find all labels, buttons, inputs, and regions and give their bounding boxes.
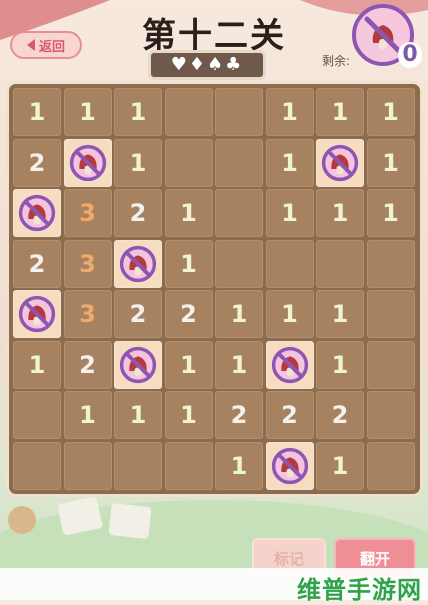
cell-number[interactable]: 1	[366, 138, 415, 187]
cell-empty[interactable]	[13, 441, 61, 490]
cell-empty[interactable]	[164, 88, 213, 136]
cell-number[interactable]: 1	[215, 290, 263, 338]
cell-number[interactable]: 1	[265, 290, 314, 338]
cell-flagged[interactable]	[13, 189, 61, 237]
cell-number[interactable]: 1	[366, 189, 415, 237]
cell-number[interactable]: 3	[63, 189, 112, 237]
cell-empty[interactable]	[366, 391, 415, 439]
cell-number[interactable]: 1	[164, 340, 213, 389]
cell-number[interactable]: 1	[63, 391, 112, 439]
cell-empty[interactable]	[366, 239, 415, 288]
cell-number[interactable]: 1	[316, 340, 364, 389]
card-suits-plate: ♥♦♠♣	[148, 50, 266, 80]
cell-number[interactable]: 2	[13, 138, 61, 187]
cell-empty[interactable]	[164, 441, 213, 490]
no-mushroom-icon	[18, 194, 56, 232]
cell-empty[interactable]	[164, 138, 213, 187]
cell-flagged[interactable]	[316, 138, 364, 187]
cell-number[interactable]: 1	[215, 340, 263, 389]
cell-empty[interactable]	[215, 88, 263, 136]
cell-number[interactable]: 2	[164, 290, 213, 338]
cell-empty[interactable]	[265, 239, 314, 288]
no-mushroom-icon	[18, 295, 56, 333]
cell-empty[interactable]	[114, 441, 162, 490]
cell-empty[interactable]	[316, 239, 364, 288]
cell-number[interactable]: 1	[114, 88, 162, 136]
no-mushroom-icon	[119, 245, 157, 283]
cell-flagged[interactable]	[114, 239, 162, 288]
cell-number[interactable]: 2	[63, 340, 112, 389]
watermark-bar: 维普手游网	[0, 568, 428, 604]
cell-number[interactable]: 2	[265, 391, 314, 439]
cell-number[interactable]: 2	[316, 391, 364, 439]
cell-number[interactable]: 1	[316, 189, 364, 237]
cell-number[interactable]: 1	[265, 189, 314, 237]
cell-number[interactable]: 3	[63, 290, 112, 338]
remaining-count: 0	[398, 42, 422, 68]
no-mushroom-icon	[271, 346, 309, 384]
cell-empty[interactable]	[215, 138, 263, 187]
cell-number[interactable]: 1	[13, 88, 61, 136]
cell-number[interactable]: 2	[114, 290, 162, 338]
game-board: 11111121113211112313221111211111122211	[6, 81, 423, 497]
cell-number[interactable]: 1	[265, 88, 314, 136]
cell-number[interactable]: 1	[13, 340, 61, 389]
cell-number[interactable]: 1	[366, 88, 415, 136]
cell-number[interactable]: 1	[164, 239, 213, 288]
cell-number[interactable]: 1	[316, 290, 364, 338]
cell-number[interactable]: 2	[13, 239, 61, 288]
cell-number[interactable]: 1	[164, 189, 213, 237]
no-mushroom-icon	[271, 447, 309, 485]
cell-number[interactable]: 1	[114, 138, 162, 187]
cell-empty[interactable]	[366, 290, 415, 338]
cell-flagged[interactable]	[63, 138, 112, 187]
remaining-label: 剩余:	[322, 54, 351, 68]
cell-number[interactable]: 3	[63, 239, 112, 288]
cell-empty[interactable]	[13, 391, 61, 439]
cell-number[interactable]: 1	[114, 391, 162, 439]
cell-number[interactable]: 1	[215, 441, 263, 490]
cell-empty[interactable]	[366, 441, 415, 490]
cell-empty[interactable]	[63, 441, 112, 490]
cell-number[interactable]: 2	[215, 391, 263, 439]
no-mushroom-icon	[119, 346, 157, 384]
cell-number[interactable]: 2	[114, 189, 162, 237]
cell-empty[interactable]	[366, 340, 415, 389]
cell-empty[interactable]	[215, 239, 263, 288]
cell-number[interactable]: 1	[316, 88, 364, 136]
no-mushroom-icon	[69, 144, 107, 182]
cell-number[interactable]: 1	[316, 441, 364, 490]
cell-number[interactable]: 1	[63, 88, 112, 136]
cell-number[interactable]: 1	[265, 138, 314, 187]
cell-flagged[interactable]	[265, 441, 314, 490]
no-mushroom-icon	[321, 144, 359, 182]
cell-flagged[interactable]	[265, 340, 314, 389]
cell-flagged[interactable]	[13, 290, 61, 338]
cell-empty[interactable]	[215, 189, 263, 237]
cell-flagged[interactable]	[114, 340, 162, 389]
cell-number[interactable]: 1	[164, 391, 213, 439]
